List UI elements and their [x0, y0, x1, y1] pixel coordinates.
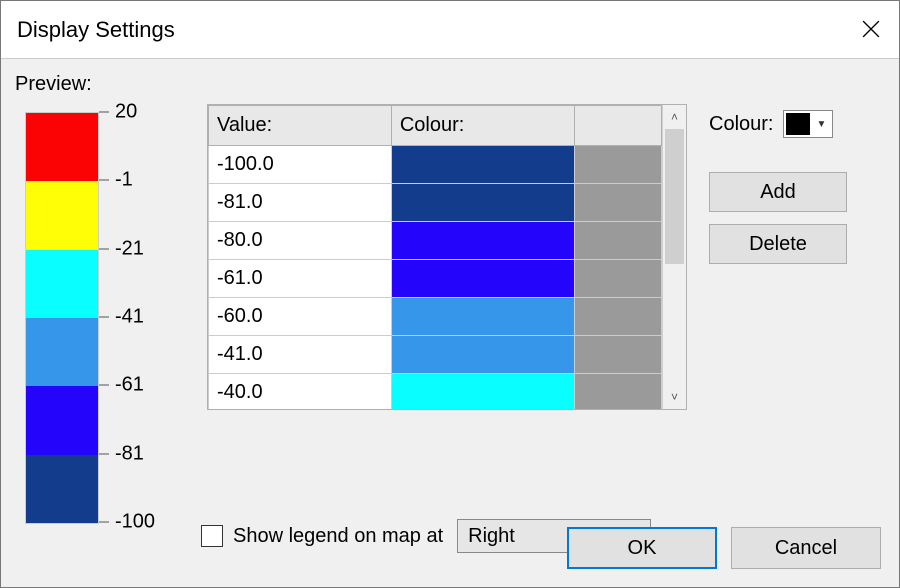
colour-cell[interactable] — [391, 374, 574, 410]
blank-cell — [574, 298, 661, 336]
colour-swatch-icon — [786, 113, 810, 135]
colour-label: Colour: — [709, 113, 773, 136]
table-row[interactable]: -80.0 — [209, 222, 662, 260]
blank-cell — [574, 146, 661, 184]
legend-segment — [26, 318, 98, 386]
scroll-down-icon[interactable]: ˅ — [663, 385, 686, 409]
colour-cell[interactable] — [391, 146, 574, 184]
blank-cell — [574, 260, 661, 298]
value-cell[interactable]: -41.0 — [209, 336, 392, 374]
value-cell[interactable]: -60.0 — [209, 298, 392, 336]
colour-cell[interactable] — [391, 260, 574, 298]
row-colour-swatch — [392, 260, 574, 297]
show-legend-label: Show legend on map at — [233, 525, 443, 548]
scroll-up-icon[interactable]: ˄ — [663, 105, 686, 129]
header-value[interactable]: Value: — [209, 106, 392, 146]
row-colour-swatch — [392, 374, 574, 409]
header-colour[interactable]: Colour: — [391, 106, 574, 146]
colour-picker[interactable]: ▼ — [783, 110, 833, 138]
value-cell[interactable]: -80.0 — [209, 222, 392, 260]
legend-tick: -81 — [99, 442, 144, 465]
colour-cell[interactable] — [391, 184, 574, 222]
legend-segment — [26, 250, 98, 318]
add-button[interactable]: Add — [709, 172, 847, 212]
legend-preview: 20-1-21-41-61-81-100 — [25, 104, 169, 524]
legend-tick: -100 — [99, 511, 155, 534]
preview-label: Preview: — [15, 73, 885, 96]
legend-segment — [26, 455, 98, 523]
legend-tick: 20 — [99, 101, 137, 124]
legend-position-value: Right — [468, 525, 515, 548]
header-blank — [574, 106, 661, 146]
legend-bar — [25, 112, 99, 524]
scroll-thumb[interactable] — [665, 129, 684, 264]
table-row[interactable]: -60.0 — [209, 298, 662, 336]
blank-cell — [574, 374, 661, 410]
value-cell[interactable]: -100.0 — [209, 146, 392, 184]
dialog-body: Preview: 20 -1 -21 -41 -61 -81 -100 — [1, 59, 899, 587]
scroll-track[interactable] — [663, 129, 686, 385]
content-row: 20-1-21-41-61-81-100 — [15, 104, 885, 524]
legend-segment — [26, 113, 98, 181]
close-icon — [862, 20, 880, 38]
value-cell[interactable]: -81.0 — [209, 184, 392, 222]
colour-cell[interactable] — [391, 336, 574, 374]
colour-cell[interactable] — [391, 222, 574, 260]
table-scrollbar[interactable]: ˄ ˅ — [662, 105, 686, 409]
show-legend-checkbox[interactable] — [201, 525, 223, 547]
table-row[interactable]: -40.0 — [209, 374, 662, 410]
row-colour-swatch — [392, 298, 574, 335]
right-column: Colour: ▼ Add Delete — [709, 104, 879, 276]
legend-tick: -21 — [99, 237, 144, 260]
table-scroll-area: Value: Colour: -100.0-81.0-80.0-61.0-60.… — [208, 105, 662, 409]
table-row[interactable]: -61.0 — [209, 260, 662, 298]
dialog-title: Display Settings — [17, 17, 175, 43]
legend-segment — [26, 181, 98, 249]
legend-ticks: 20-1-21-41-61-81-100 — [99, 112, 169, 522]
table-header-row: Value: Colour: — [209, 106, 662, 146]
display-settings-dialog: Display Settings Preview: 20 -1 -21 -41 -61 -… — [0, 0, 900, 588]
delete-button[interactable]: Delete — [709, 224, 847, 264]
row-colour-swatch — [392, 336, 574, 373]
close-button[interactable] — [843, 1, 899, 57]
chevron-down-icon: ▼ — [816, 119, 826, 130]
table-row[interactable]: -41.0 — [209, 336, 662, 374]
row-colour-swatch — [392, 146, 574, 183]
legend-segment — [26, 386, 98, 454]
colour-cell[interactable] — [391, 298, 574, 336]
cancel-button[interactable]: Cancel — [731, 527, 881, 569]
colour-table: Value: Colour: -100.0-81.0-80.0-61.0-60.… — [207, 104, 687, 410]
table-row[interactable]: -100.0 — [209, 146, 662, 184]
value-cell[interactable]: -61.0 — [209, 260, 392, 298]
titlebar: Display Settings — [1, 1, 899, 59]
legend-tick: -1 — [99, 169, 133, 192]
ok-button[interactable]: OK — [567, 527, 717, 569]
table-row[interactable]: -81.0 — [209, 184, 662, 222]
blank-cell — [574, 184, 661, 222]
blank-cell — [574, 336, 661, 374]
dialog-buttons: OK Cancel — [567, 527, 881, 569]
blank-cell — [574, 222, 661, 260]
row-colour-swatch — [392, 222, 574, 259]
table-column: Value: Colour: -100.0-81.0-80.0-61.0-60.… — [207, 104, 687, 410]
colour-picker-row: Colour: ▼ — [709, 110, 879, 138]
value-cell[interactable]: -40.0 — [209, 374, 392, 410]
row-colour-swatch — [392, 184, 574, 221]
legend-tick: -41 — [99, 306, 144, 329]
legend-tick: -61 — [99, 374, 144, 397]
